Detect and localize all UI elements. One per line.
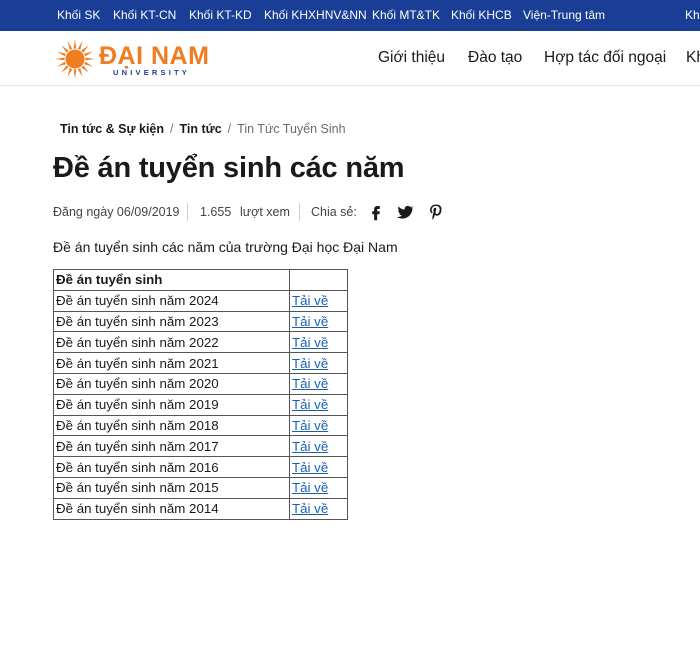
article-intro: Đề án tuyển sinh các năm của trường Đại … <box>53 239 398 255</box>
topbar-link-partial[interactable]: Kh <box>685 8 700 22</box>
top-bar: Khối SK Khối KT-CN Khối KT-KD Khối KHXHN… <box>0 0 700 31</box>
download-cell: Tải về <box>289 372 348 395</box>
table-row: Đề án tuyển sinh năm 2017 Tải về <box>53 435 348 458</box>
download-link[interactable]: Tải về <box>292 356 328 371</box>
table-row: Đề án tuyển sinh năm 2023 Tải về <box>53 310 348 333</box>
doc-name-cell: Đề án tuyển sinh năm 2014 <box>53 497 290 520</box>
page-title: Đề án tuyển sinh các năm <box>53 152 405 184</box>
view-label: lượt xem <box>240 205 290 219</box>
download-cell: Tải về <box>289 393 348 416</box>
table-row: Đề án tuyển sinh năm 2020 Tải về <box>53 372 348 395</box>
topbar-link-vien-trung-tam[interactable]: Viện-Trung tâm <box>523 8 605 22</box>
doc-name-cell: Đề án tuyển sinh năm 2015 <box>53 476 290 499</box>
doc-name-cell: Đề án tuyển sinh năm 2017 <box>53 435 290 458</box>
nav-item-gioi-thieu[interactable]: Giới thiệu <box>378 49 445 67</box>
doc-name-cell: Đề án tuyển sinh năm 2023 <box>53 310 290 333</box>
nav-item-hop-tac-doi-ngoai[interactable]: Hợp tác đối ngoại <box>544 49 666 67</box>
share-label: Chia sẻ: <box>311 205 357 219</box>
download-cell: Tải về <box>289 352 348 374</box>
topbar-link-khoi-khcb[interactable]: Khối KHCB <box>451 8 512 22</box>
nav-item-partial[interactable]: Kh <box>686 49 700 67</box>
breadcrumb-separator: / <box>170 122 174 136</box>
table-row: Đề án tuyển sinh năm 2016 Tải về <box>53 456 348 478</box>
table-row: Đề án tuyển sinh năm 2019 Tải về <box>53 393 348 416</box>
table-row: Đề án tuyển sinh năm 2014 Tải về <box>53 497 348 520</box>
post-date: Đăng ngày 06/09/2019 <box>53 205 180 219</box>
admission-docs-table: Đề án tuyển sinh Đề án tuyển sinh năm 20… <box>53 269 348 520</box>
breadcrumb-item-news-events[interactable]: Tin tức & Sự kiện <box>60 122 164 136</box>
table-row: Đề án tuyển sinh năm 2021 Tải về <box>53 352 348 374</box>
download-link[interactable]: Tải về <box>292 418 328 433</box>
table-row: Đề án tuyển sinh năm 2024 Tải về <box>53 289 348 312</box>
doc-name-cell: Đề án tuyển sinh năm 2018 <box>53 414 290 437</box>
table-header-cell: Đề án tuyển sinh <box>53 269 290 291</box>
view-count: 1.655 <box>200 205 232 219</box>
topbar-link-khoi-khxhnv-nn[interactable]: Khối KHXHNV&NN <box>264 8 367 22</box>
breadcrumb-separator: / <box>227 122 232 136</box>
meta-divider <box>299 203 300 221</box>
table-row: Đề án tuyển sinh năm 2022 Tải về <box>53 331 348 354</box>
table-header-cell <box>289 269 348 291</box>
download-cell: Tải về <box>289 476 348 499</box>
topbar-link-khoi-kt-cn[interactable]: Khối KT-CN <box>113 8 176 22</box>
download-link[interactable]: Tải về <box>292 439 328 454</box>
download-link[interactable]: Tải về <box>292 480 328 495</box>
twitter-icon[interactable] <box>396 203 414 221</box>
logo-title: ĐẠI NAM <box>99 42 210 70</box>
facebook-icon[interactable] <box>367 203 385 221</box>
doc-name-cell: Đề án tuyển sinh năm 2020 <box>53 372 290 395</box>
download-cell: Tải về <box>289 435 348 458</box>
download-link[interactable]: Tải về <box>292 335 328 350</box>
download-link[interactable]: Tải về <box>292 501 328 516</box>
breadcrumb-item-news[interactable]: Tin tức <box>180 122 222 136</box>
topbar-link-khoi-kt-kd[interactable]: Khối KT-KD <box>189 8 252 22</box>
sun-logo-icon <box>55 39 95 79</box>
download-cell: Tải về <box>289 289 348 312</box>
meta-divider <box>187 203 188 221</box>
table-row: Đề án tuyển sinh năm 2018 Tải về <box>53 414 348 437</box>
logo-subtitle: UNIVERSITY <box>113 68 191 77</box>
download-cell: Tải về <box>289 414 348 437</box>
download-link[interactable]: Tải về <box>292 314 328 329</box>
doc-name-cell: Đề án tuyển sinh năm 2019 <box>53 393 290 416</box>
download-link[interactable]: Tải về <box>292 460 328 475</box>
breadcrumb-item-current: Tin Tức Tuyển Sinh <box>237 122 346 136</box>
doc-name-cell: Đề án tuyển sinh năm 2024 <box>53 289 290 312</box>
breadcrumb: Tin tức & Sự kiện / Tin tức / Tin Tức Tuyển … <box>60 122 346 136</box>
download-cell: Tải về <box>289 331 348 354</box>
download-cell: Tải về <box>289 456 348 478</box>
doc-name-cell: Đề án tuyển sinh năm 2022 <box>53 331 290 354</box>
topbar-link-khoi-mt-tk[interactable]: Khối MT&TK <box>372 8 440 22</box>
download-cell: Tải về <box>289 310 348 333</box>
doc-name-cell: Đề án tuyển sinh năm 2021 <box>53 352 290 374</box>
topbar-link-khoi-sk[interactable]: Khối SK <box>57 8 100 22</box>
doc-name-cell: Đề án tuyển sinh năm 2016 <box>53 456 290 478</box>
download-link[interactable]: Tải về <box>292 293 328 308</box>
table-header-row: Đề án tuyển sinh <box>53 269 348 291</box>
nav-item-dao-tao[interactable]: Đào tạo <box>468 49 522 67</box>
download-link[interactable]: Tải về <box>292 376 328 391</box>
download-cell: Tải về <box>289 497 348 520</box>
download-link[interactable]: Tải về <box>292 397 328 412</box>
site-header: ĐẠI NAM UNIVERSITY Giới thiệu Đào tạo Hợ… <box>0 31 700 86</box>
pinterest-icon[interactable] <box>427 203 445 221</box>
site-logo[interactable]: ĐẠI NAM UNIVERSITY <box>55 39 215 79</box>
table-row: Đề án tuyển sinh năm 2015 Tải về <box>53 476 348 499</box>
